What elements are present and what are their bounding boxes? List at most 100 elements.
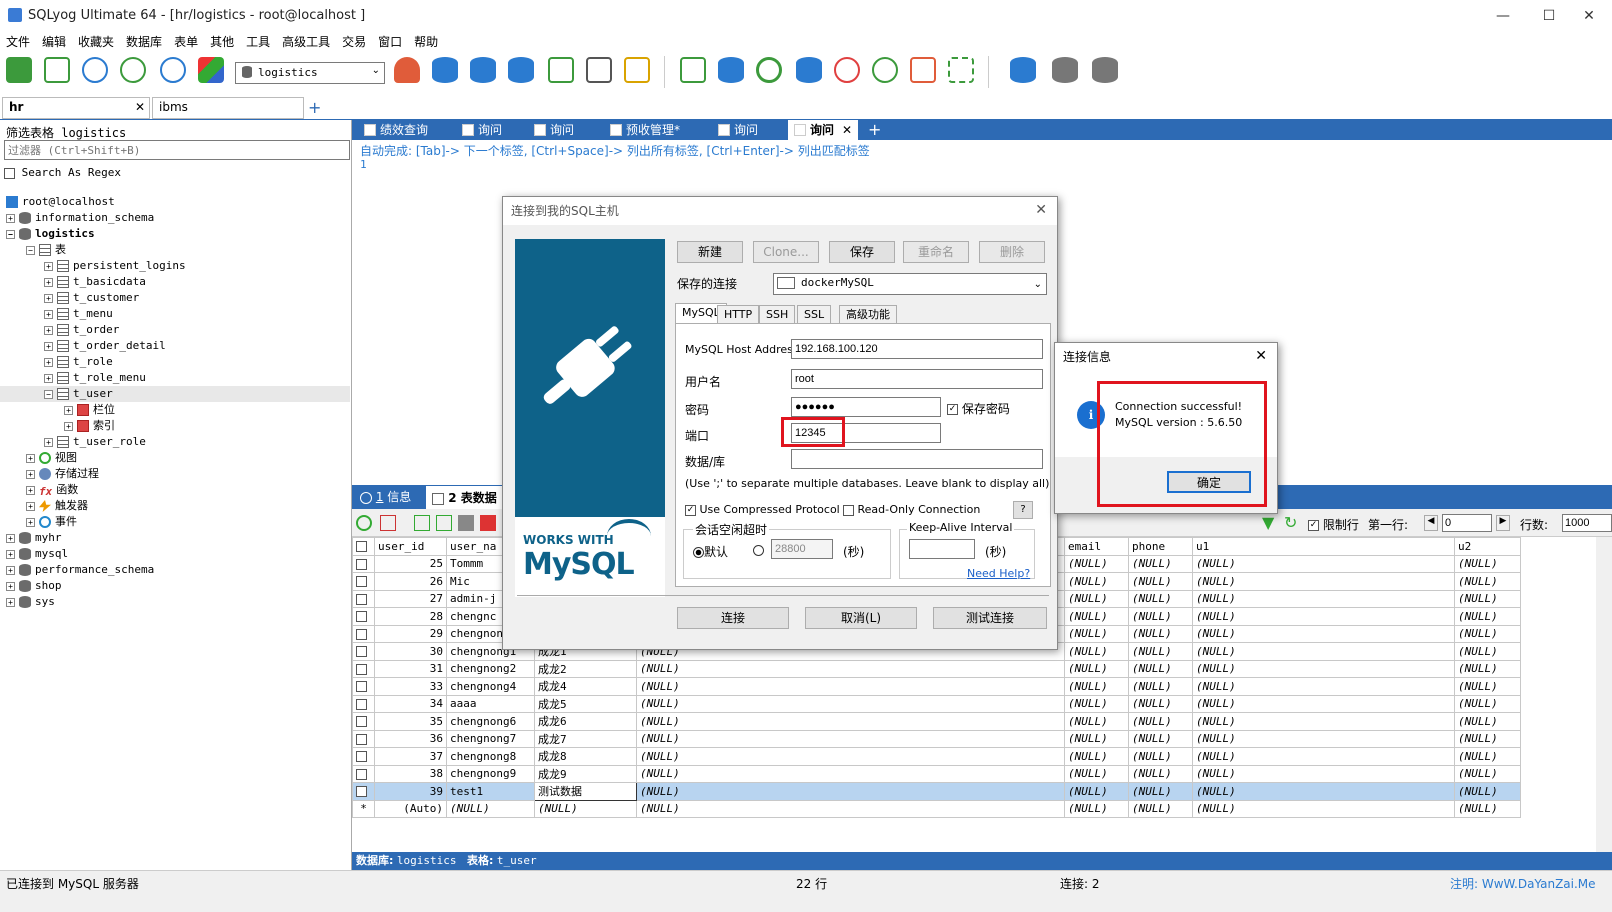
row-select-cell[interactable] — [352, 694, 375, 713]
menu-favorites[interactable]: 收藏夹 — [72, 32, 120, 52]
table-cell[interactable]: (NULL) — [1454, 747, 1521, 766]
tab-query[interactable]: 询问 — [712, 120, 764, 140]
table-cell[interactable]: (NULL) — [1192, 782, 1455, 801]
table-cell[interactable]: (NULL) — [1128, 694, 1193, 713]
table-cell[interactable]: 38 — [374, 764, 447, 783]
column-header[interactable]: u2 — [1454, 537, 1521, 556]
table-cell[interactable]: (NULL) — [1128, 712, 1193, 731]
new-connection-icon[interactable] — [6, 57, 32, 83]
table-row[interactable]: 37 chengnong8 成龙8 (NULL) (NULL) (NULL) (NULL)(… — [352, 747, 1521, 766]
table-cell[interactable]: chengnong8 — [446, 747, 535, 766]
checkbox-checked-icon[interactable]: ✓ — [1308, 520, 1319, 531]
expand-icon[interactable]: + — [26, 469, 35, 479]
minimize-button[interactable]: — — [1480, 0, 1526, 32]
menu-window[interactable]: 窗口 — [372, 32, 408, 52]
table-cell[interactable]: (NULL) — [1064, 589, 1129, 608]
menu-transaction[interactable]: 交易 — [336, 32, 372, 52]
tree-db-logistics[interactable]: − logistics — [6, 226, 95, 242]
clone-button[interactable]: Clone... — [753, 241, 819, 263]
row-select-cell[interactable] — [352, 554, 375, 573]
row-select-cell[interactable]: * — [352, 799, 375, 818]
checkbox-icon[interactable] — [356, 751, 367, 763]
tree-table[interactable]: + t_role_menu — [44, 370, 146, 386]
tree-root[interactable]: root@localhost — [6, 194, 115, 210]
table-cell[interactable]: (NULL) — [636, 712, 1065, 731]
tree-db[interactable]: + performance_schema — [6, 562, 154, 578]
custom-timeout-radio[interactable] — [753, 543, 764, 557]
row-select-cell[interactable] — [352, 729, 375, 748]
table-cell[interactable]: 27 — [374, 589, 447, 608]
table-cell[interactable]: (NULL) — [1128, 764, 1193, 783]
expand-icon[interactable]: + — [44, 277, 53, 287]
default-radio[interactable]: 默认 — [693, 543, 728, 560]
column-header[interactable]: email — [1064, 537, 1129, 556]
table-cell[interactable]: (NULL) — [1454, 607, 1521, 626]
table-cell[interactable]: 测试数据 — [534, 782, 637, 801]
table-cell[interactable]: (NULL) — [1128, 589, 1193, 608]
row-select-cell[interactable] — [352, 764, 375, 783]
rows-input[interactable] — [1562, 514, 1612, 532]
expand-icon[interactable]: + — [26, 501, 35, 511]
duplicate-row-icon[interactable] — [414, 515, 430, 531]
close-icon[interactable]: ✕ — [1255, 348, 1267, 364]
table-cell[interactable]: (NULL) — [1192, 677, 1455, 696]
cancel-button[interactable]: 取消(L) — [805, 607, 917, 629]
table-cell[interactable]: 成龙6 — [534, 712, 637, 731]
filter-icon[interactable]: ▼ — [1262, 513, 1274, 532]
table-cell[interactable]: (NULL) — [1192, 659, 1455, 678]
table-cell[interactable]: (NULL) — [1064, 572, 1129, 591]
select-all-cell[interactable] — [352, 537, 375, 556]
job-icon[interactable] — [872, 57, 898, 83]
expand-icon[interactable]: + — [26, 485, 35, 495]
row-select-cell[interactable] — [352, 572, 375, 591]
table-row[interactable]: 38 chengnong9 成龙9 (NULL) (NULL) (NULL) (NULL)(… — [352, 764, 1521, 783]
host-input[interactable] — [791, 339, 1043, 359]
table-data-icon[interactable] — [586, 57, 612, 83]
menu-file[interactable]: 文件 — [0, 32, 36, 52]
tree-table[interactable]: + t_order_detail — [44, 338, 166, 354]
timeout-input[interactable] — [771, 539, 833, 559]
tree-db-information-schema[interactable]: + information_schema — [6, 210, 154, 226]
menu-advanced-tools[interactable]: 高级工具 — [276, 32, 336, 52]
table-cell[interactable]: (NULL) — [1128, 747, 1193, 766]
report-icon[interactable] — [910, 57, 936, 83]
expand-icon[interactable]: + — [44, 437, 53, 447]
tree-events[interactable]: + 事件 — [26, 514, 77, 530]
new-button[interactable]: 新建 — [677, 241, 743, 263]
copy-db-icon[interactable] — [796, 57, 822, 83]
table-cell[interactable]: (NULL) — [1192, 729, 1455, 748]
expand-icon[interactable]: + — [44, 373, 53, 383]
database-input[interactable] — [791, 449, 1043, 469]
table-cell[interactable]: (NULL) — [1064, 554, 1129, 573]
table-row[interactable]: 35 chengnong6 成龙6 (NULL) (NULL) (NULL) (NULL)(… — [352, 712, 1521, 731]
checkbox-checked-icon[interactable]: ✓ — [947, 404, 958, 415]
table-cell[interactable]: (NULL) — [1454, 572, 1521, 591]
connection-tab-ibms[interactable]: ibms — [152, 97, 304, 119]
table-cell[interactable]: 成龙7 — [534, 729, 637, 748]
keepalive-input[interactable] — [909, 539, 975, 559]
checkbox-icon[interactable] — [356, 628, 367, 640]
expand-icon[interactable]: + — [6, 533, 15, 543]
tree-columns[interactable]: + 栏位 — [64, 402, 115, 418]
menu-table[interactable]: 表单 — [168, 32, 204, 52]
schema-designer-icon[interactable] — [624, 57, 650, 83]
table-cell[interactable]: test1 — [446, 782, 535, 801]
tree-db[interactable]: + shop — [6, 578, 62, 594]
tree-table[interactable]: + t_customer — [44, 290, 139, 306]
table-cell[interactable]: (NULL) — [1128, 729, 1193, 748]
table-cell[interactable]: (NULL) — [1064, 694, 1129, 713]
table-cell[interactable]: (NULL) — [636, 694, 1065, 713]
sync-icon[interactable] — [718, 57, 744, 83]
expand-icon[interactable]: + — [44, 309, 53, 319]
trash-icon[interactable] — [480, 515, 496, 531]
table-cell[interactable]: (NULL) — [1192, 694, 1455, 713]
tree-views[interactable]: + 视图 — [26, 450, 77, 466]
table-cell[interactable]: (NULL) — [1128, 677, 1193, 696]
tree-table[interactable]: + t_role — [44, 354, 113, 370]
table-cell[interactable]: (NULL) — [1064, 624, 1129, 643]
table-cell[interactable]: 39 — [374, 782, 447, 801]
expand-icon[interactable]: + — [6, 597, 15, 607]
table-cell[interactable]: (NULL) — [1192, 642, 1455, 661]
column-header[interactable]: u1 — [1192, 537, 1455, 556]
password-input[interactable] — [791, 397, 941, 417]
